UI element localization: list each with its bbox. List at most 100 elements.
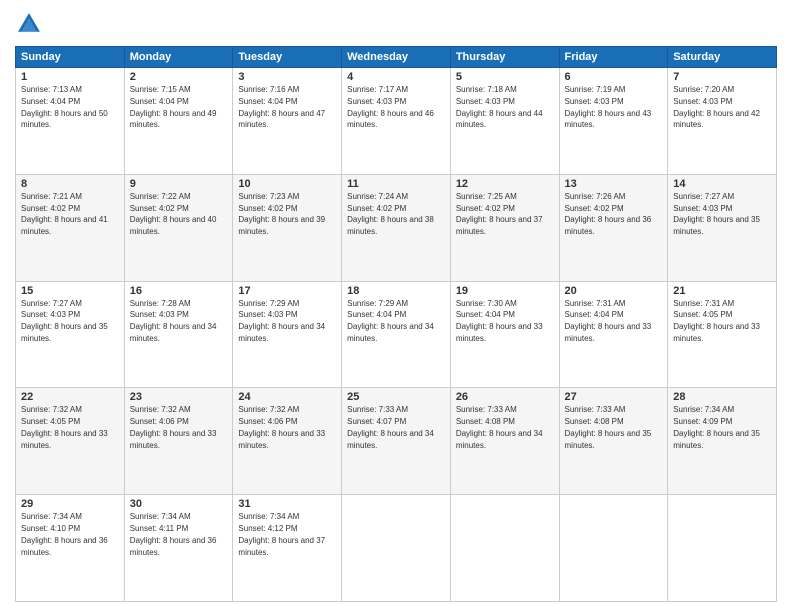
cell-info: Sunrise: 7:31 AMSunset: 4:05 PMDaylight:…	[673, 299, 760, 343]
day-number: 21	[673, 285, 771, 297]
cell-info: Sunrise: 7:27 AMSunset: 4:03 PMDaylight:…	[21, 299, 108, 343]
calendar-cell: 9 Sunrise: 7:22 AMSunset: 4:02 PMDayligh…	[124, 174, 233, 281]
calendar-cell: 31 Sunrise: 7:34 AMSunset: 4:12 PMDaylig…	[233, 495, 342, 602]
cell-info: Sunrise: 7:34 AMSunset: 4:11 PMDaylight:…	[130, 512, 217, 556]
logo-icon	[15, 10, 43, 38]
cell-info: Sunrise: 7:16 AMSunset: 4:04 PMDaylight:…	[238, 85, 325, 129]
calendar-cell: 4 Sunrise: 7:17 AMSunset: 4:03 PMDayligh…	[342, 68, 451, 175]
cell-info: Sunrise: 7:32 AMSunset: 4:06 PMDaylight:…	[238, 405, 325, 449]
cell-info: Sunrise: 7:22 AMSunset: 4:02 PMDaylight:…	[130, 192, 217, 236]
day-number: 23	[130, 391, 228, 403]
day-header-sunday: Sunday	[16, 47, 125, 68]
cell-info: Sunrise: 7:33 AMSunset: 4:08 PMDaylight:…	[565, 405, 652, 449]
day-number: 19	[456, 285, 554, 297]
day-number: 26	[456, 391, 554, 403]
cell-info: Sunrise: 7:13 AMSunset: 4:04 PMDaylight:…	[21, 85, 108, 129]
cell-info: Sunrise: 7:15 AMSunset: 4:04 PMDaylight:…	[130, 85, 217, 129]
day-header-thursday: Thursday	[450, 47, 559, 68]
calendar-cell: 2 Sunrise: 7:15 AMSunset: 4:04 PMDayligh…	[124, 68, 233, 175]
cell-info: Sunrise: 7:26 AMSunset: 4:02 PMDaylight:…	[565, 192, 652, 236]
cell-info: Sunrise: 7:34 AMSunset: 4:12 PMDaylight:…	[238, 512, 325, 556]
header	[15, 10, 777, 38]
calendar-cell: 22 Sunrise: 7:32 AMSunset: 4:05 PMDaylig…	[16, 388, 125, 495]
calendar-cell: 12 Sunrise: 7:25 AMSunset: 4:02 PMDaylig…	[450, 174, 559, 281]
day-number: 22	[21, 391, 119, 403]
day-number: 1	[21, 71, 119, 83]
calendar-week-3: 15 Sunrise: 7:27 AMSunset: 4:03 PMDaylig…	[16, 281, 777, 388]
calendar-cell: 5 Sunrise: 7:18 AMSunset: 4:03 PMDayligh…	[450, 68, 559, 175]
calendar-cell: 8 Sunrise: 7:21 AMSunset: 4:02 PMDayligh…	[16, 174, 125, 281]
day-number: 3	[238, 71, 336, 83]
calendar-cell: 29 Sunrise: 7:34 AMSunset: 4:10 PMDaylig…	[16, 495, 125, 602]
calendar-cell: 18 Sunrise: 7:29 AMSunset: 4:04 PMDaylig…	[342, 281, 451, 388]
cell-info: Sunrise: 7:32 AMSunset: 4:05 PMDaylight:…	[21, 405, 108, 449]
calendar-cell: 3 Sunrise: 7:16 AMSunset: 4:04 PMDayligh…	[233, 68, 342, 175]
cell-info: Sunrise: 7:19 AMSunset: 4:03 PMDaylight:…	[565, 85, 652, 129]
cell-info: Sunrise: 7:34 AMSunset: 4:09 PMDaylight:…	[673, 405, 760, 449]
day-number: 30	[130, 498, 228, 510]
day-number: 10	[238, 178, 336, 190]
logo	[15, 10, 47, 38]
day-number: 13	[565, 178, 663, 190]
day-number: 20	[565, 285, 663, 297]
calendar-cell	[342, 495, 451, 602]
calendar-cell: 11 Sunrise: 7:24 AMSunset: 4:02 PMDaylig…	[342, 174, 451, 281]
day-number: 28	[673, 391, 771, 403]
calendar-cell	[559, 495, 668, 602]
day-header-tuesday: Tuesday	[233, 47, 342, 68]
cell-info: Sunrise: 7:18 AMSunset: 4:03 PMDaylight:…	[456, 85, 543, 129]
calendar-cell: 14 Sunrise: 7:27 AMSunset: 4:03 PMDaylig…	[668, 174, 777, 281]
calendar-cell: 7 Sunrise: 7:20 AMSunset: 4:03 PMDayligh…	[668, 68, 777, 175]
calendar-cell: 27 Sunrise: 7:33 AMSunset: 4:08 PMDaylig…	[559, 388, 668, 495]
cell-info: Sunrise: 7:27 AMSunset: 4:03 PMDaylight:…	[673, 192, 760, 236]
day-header-monday: Monday	[124, 47, 233, 68]
cell-info: Sunrise: 7:25 AMSunset: 4:02 PMDaylight:…	[456, 192, 543, 236]
calendar-week-5: 29 Sunrise: 7:34 AMSunset: 4:10 PMDaylig…	[16, 495, 777, 602]
day-number: 27	[565, 391, 663, 403]
day-number: 29	[21, 498, 119, 510]
calendar-cell: 20 Sunrise: 7:31 AMSunset: 4:04 PMDaylig…	[559, 281, 668, 388]
calendar-cell: 15 Sunrise: 7:27 AMSunset: 4:03 PMDaylig…	[16, 281, 125, 388]
day-number: 7	[673, 71, 771, 83]
day-number: 14	[673, 178, 771, 190]
day-header-friday: Friday	[559, 47, 668, 68]
day-header-saturday: Saturday	[668, 47, 777, 68]
calendar-cell: 13 Sunrise: 7:26 AMSunset: 4:02 PMDaylig…	[559, 174, 668, 281]
day-number: 2	[130, 71, 228, 83]
cell-info: Sunrise: 7:28 AMSunset: 4:03 PMDaylight:…	[130, 299, 217, 343]
cell-info: Sunrise: 7:23 AMSunset: 4:02 PMDaylight:…	[238, 192, 325, 236]
day-number: 24	[238, 391, 336, 403]
calendar-cell: 17 Sunrise: 7:29 AMSunset: 4:03 PMDaylig…	[233, 281, 342, 388]
day-number: 16	[130, 285, 228, 297]
calendar-cell: 21 Sunrise: 7:31 AMSunset: 4:05 PMDaylig…	[668, 281, 777, 388]
calendar-cell: 1 Sunrise: 7:13 AMSunset: 4:04 PMDayligh…	[16, 68, 125, 175]
calendar-cell: 23 Sunrise: 7:32 AMSunset: 4:06 PMDaylig…	[124, 388, 233, 495]
day-number: 4	[347, 71, 445, 83]
calendar-week-2: 8 Sunrise: 7:21 AMSunset: 4:02 PMDayligh…	[16, 174, 777, 281]
calendar-week-4: 22 Sunrise: 7:32 AMSunset: 4:05 PMDaylig…	[16, 388, 777, 495]
cell-info: Sunrise: 7:24 AMSunset: 4:02 PMDaylight:…	[347, 192, 434, 236]
calendar-cell: 26 Sunrise: 7:33 AMSunset: 4:08 PMDaylig…	[450, 388, 559, 495]
calendar-cell	[450, 495, 559, 602]
calendar-cell: 6 Sunrise: 7:19 AMSunset: 4:03 PMDayligh…	[559, 68, 668, 175]
cell-info: Sunrise: 7:33 AMSunset: 4:08 PMDaylight:…	[456, 405, 543, 449]
calendar-cell: 25 Sunrise: 7:33 AMSunset: 4:07 PMDaylig…	[342, 388, 451, 495]
day-header-wednesday: Wednesday	[342, 47, 451, 68]
calendar-body: 1 Sunrise: 7:13 AMSunset: 4:04 PMDayligh…	[16, 68, 777, 602]
cell-info: Sunrise: 7:30 AMSunset: 4:04 PMDaylight:…	[456, 299, 543, 343]
calendar-cell: 10 Sunrise: 7:23 AMSunset: 4:02 PMDaylig…	[233, 174, 342, 281]
calendar-header-row: SundayMondayTuesdayWednesdayThursdayFrid…	[16, 47, 777, 68]
cell-info: Sunrise: 7:20 AMSunset: 4:03 PMDaylight:…	[673, 85, 760, 129]
cell-info: Sunrise: 7:31 AMSunset: 4:04 PMDaylight:…	[565, 299, 652, 343]
day-number: 18	[347, 285, 445, 297]
day-number: 6	[565, 71, 663, 83]
page: SundayMondayTuesdayWednesdayThursdayFrid…	[0, 0, 792, 612]
day-number: 15	[21, 285, 119, 297]
calendar-cell: 19 Sunrise: 7:30 AMSunset: 4:04 PMDaylig…	[450, 281, 559, 388]
day-number: 5	[456, 71, 554, 83]
calendar-cell	[668, 495, 777, 602]
calendar-cell: 24 Sunrise: 7:32 AMSunset: 4:06 PMDaylig…	[233, 388, 342, 495]
cell-info: Sunrise: 7:29 AMSunset: 4:04 PMDaylight:…	[347, 299, 434, 343]
cell-info: Sunrise: 7:21 AMSunset: 4:02 PMDaylight:…	[21, 192, 108, 236]
calendar-cell: 30 Sunrise: 7:34 AMSunset: 4:11 PMDaylig…	[124, 495, 233, 602]
